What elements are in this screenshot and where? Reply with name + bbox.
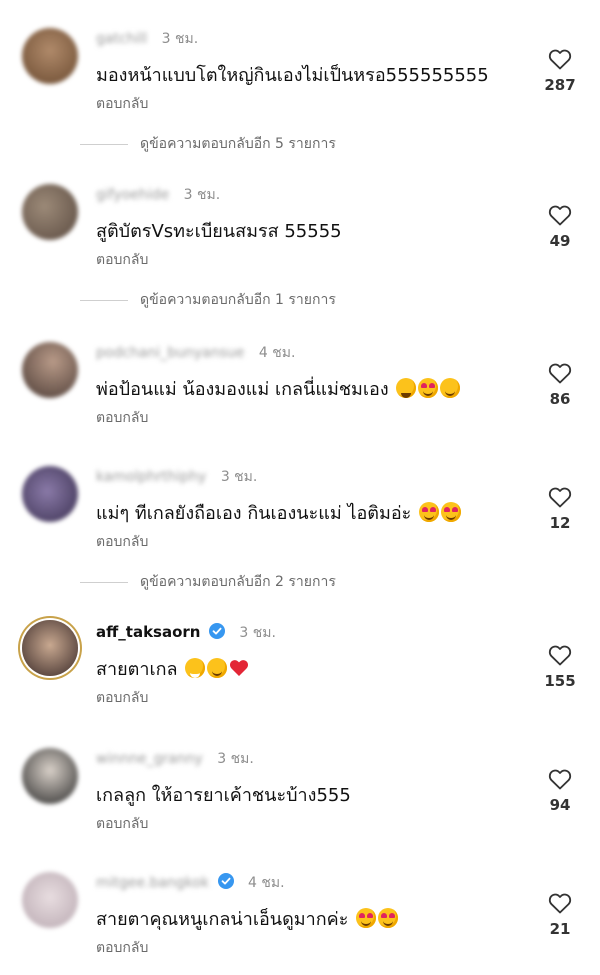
view-more-label[interactable]: ดูข้อความตอบกลับอีก 2 รายการ — [140, 571, 336, 593]
divider-line — [80, 581, 128, 583]
comment-item: gatchill 3 ชม. มองหน้าแบบโตใหญ่กินเองไม่… — [0, 20, 600, 130]
like-count: 287 — [544, 76, 576, 94]
comment-item: kamolphrthiphy 3 ชม. แม่ๆ ทีเกลยังถือเอง… — [0, 458, 600, 568]
comment-header: gifyoehide 3 ชม. — [96, 184, 220, 206]
comment-text: แม่ๆ ทีเกลยังถือเอง กินเองนะแม่ ไอติมอ่ะ — [96, 498, 462, 527]
comment-header: mitgee.bangkok 4 ชม. — [96, 872, 285, 894]
heart-icon[interactable] — [548, 768, 572, 790]
avatar[interactable] — [22, 872, 78, 928]
avatar[interactable] — [22, 342, 78, 398]
heart-eyes-emoji — [441, 502, 462, 522]
comment-text: เกลลูก ให้อารยาเค้าชนะบ้าง555 — [96, 785, 351, 806]
reply-button[interactable]: ตอบกลับ — [96, 687, 148, 709]
avatar[interactable] — [22, 28, 78, 84]
like-count: 49 — [549, 232, 571, 250]
heart-eyes-emoji — [418, 378, 439, 398]
verified-badge-icon — [208, 623, 225, 639]
reply-button[interactable]: ตอบกลับ — [96, 93, 148, 115]
heart-icon[interactable] — [548, 892, 572, 914]
avatar[interactable] — [22, 748, 78, 804]
comment-text-body: สายตาเกล — [96, 659, 178, 680]
like-button[interactable]: 94 — [540, 768, 580, 814]
like-button[interactable]: 86 — [540, 362, 580, 408]
heart-icon[interactable] — [548, 48, 572, 70]
heart-eyes-emoji — [378, 908, 399, 928]
comment-text: สายตาคุณหนูเกลน่าเอ็นดูมากค่ะ — [96, 904, 399, 933]
verified-badge-icon — [217, 873, 234, 889]
comment-item: mitgee.bangkok 4 ชม. สายตาคุณหนูเกลน่าเอ… — [0, 864, 600, 974]
username[interactable]: mitgee.bangkok — [96, 875, 209, 891]
username[interactable]: gatchill — [96, 31, 147, 47]
timestamp: 3 ชม. — [220, 469, 258, 485]
reply-button[interactable]: ตอบกลับ — [96, 407, 148, 429]
like-button[interactable]: 49 — [540, 204, 580, 250]
avatar[interactable] — [22, 466, 78, 522]
grin-emoji — [185, 658, 206, 678]
timestamp: 3 ชม. — [183, 187, 221, 203]
view-more-replies[interactable]: ดูข้อความตอบกลับอีก 2 รายการ — [80, 572, 336, 592]
timestamp: 3 ชม. — [217, 751, 254, 767]
smiling-hearts-emoji — [440, 378, 461, 398]
comment-text: มองหน้าแบบโตใหญ่กินเองไม่เป็นหรอ55555555… — [96, 65, 489, 86]
username[interactable]: aff_taksaorn — [96, 623, 200, 641]
username[interactable]: gifyoehide — [96, 187, 169, 203]
like-count: 12 — [549, 514, 571, 532]
heart-icon[interactable] — [548, 204, 572, 226]
comment-header: aff_taksaorn 3 ชม. — [96, 622, 276, 644]
view-more-label[interactable]: ดูข้อความตอบกลับอีก 5 รายการ — [140, 133, 336, 155]
reply-button[interactable]: ตอบกลับ — [96, 813, 148, 835]
divider-line — [80, 143, 128, 145]
view-more-replies[interactable]: ดูข้อความตอบกลับอีก 1 รายการ — [80, 290, 336, 310]
heart-icon[interactable] — [548, 362, 572, 384]
like-count: 94 — [549, 796, 571, 814]
comment-header: kamolphrthiphy 3 ชม. — [96, 466, 257, 488]
comment-header: winnne_granny 3 ชม. — [96, 748, 254, 770]
reply-button[interactable]: ตอบกลับ — [96, 249, 148, 271]
comment-item: podchani_bunyansue 4 ชม. พ่อป้อนแม่ น้อง… — [0, 334, 600, 444]
comment-item: gifyoehide 3 ชม. สูติบัตรVsทะเบียนสมรส 5… — [0, 176, 600, 286]
like-button[interactable]: 21 — [540, 892, 580, 938]
comment-text-body: แม่ๆ ทีเกลยังถือเอง กินเองนะแม่ ไอติมอ่ะ — [96, 503, 412, 524]
heart-eyes-emoji — [419, 502, 440, 522]
view-more-label[interactable]: ดูข้อความตอบกลับอีก 1 รายการ — [140, 289, 336, 311]
like-button[interactable]: 287 — [540, 48, 580, 94]
divider-line — [80, 299, 128, 301]
timestamp: 3 ชม. — [161, 31, 199, 47]
red-heart-emoji — [229, 658, 249, 678]
pleading-emoji — [207, 658, 228, 678]
reply-button[interactable]: ตอบกลับ — [96, 531, 148, 553]
comment-text: สูติบัตรVsทะเบียนสมรส 55555 — [96, 221, 342, 242]
avatar[interactable] — [22, 620, 78, 676]
view-more-replies[interactable]: ดูข้อความตอบกลับอีก 5 รายการ — [80, 134, 336, 154]
reply-button[interactable]: ตอบกลับ — [96, 937, 148, 959]
username[interactable]: kamolphrthiphy — [96, 469, 206, 485]
username[interactable]: winnne_granny — [96, 751, 203, 767]
heart-eyes-emoji — [356, 908, 377, 928]
avatar[interactable] — [22, 184, 78, 240]
heart-icon[interactable] — [548, 644, 572, 666]
username[interactable]: podchani_bunyansue — [96, 345, 244, 361]
comment-text: พ่อป้อนแม่ น้องมองแม่ เกลนี่แม่ชมเอง — [96, 374, 461, 403]
timestamp: 4 ชม. — [258, 345, 296, 361]
comment-item: winnne_granny 3 ชม. เกลลูก ให้อารยาเค้าช… — [0, 740, 600, 850]
like-button[interactable]: 12 — [540, 486, 580, 532]
like-count: 155 — [544, 672, 576, 690]
comment-header: podchani_bunyansue 4 ชม. — [96, 342, 295, 364]
comment-item: aff_taksaorn 3 ชม. สายตาเกล ตอบกลับ 155 — [0, 612, 600, 722]
comment-text-body: พ่อป้อนแม่ น้องมองแม่ เกลนี่แม่ชมเอง — [96, 379, 389, 400]
timestamp: 3 ชม. — [239, 625, 276, 641]
like-count: 86 — [549, 390, 571, 408]
comment-header: gatchill 3 ชม. — [96, 28, 198, 50]
comment-text: สายตาเกล — [96, 654, 249, 683]
laugh-cry-emoji — [396, 378, 417, 398]
like-button[interactable]: 155 — [540, 644, 580, 690]
like-count: 21 — [549, 920, 571, 938]
comment-text-body: สายตาคุณหนูเกลน่าเอ็นดูมากค่ะ — [96, 909, 349, 930]
heart-icon[interactable] — [548, 486, 572, 508]
timestamp: 4 ชม. — [248, 875, 285, 891]
